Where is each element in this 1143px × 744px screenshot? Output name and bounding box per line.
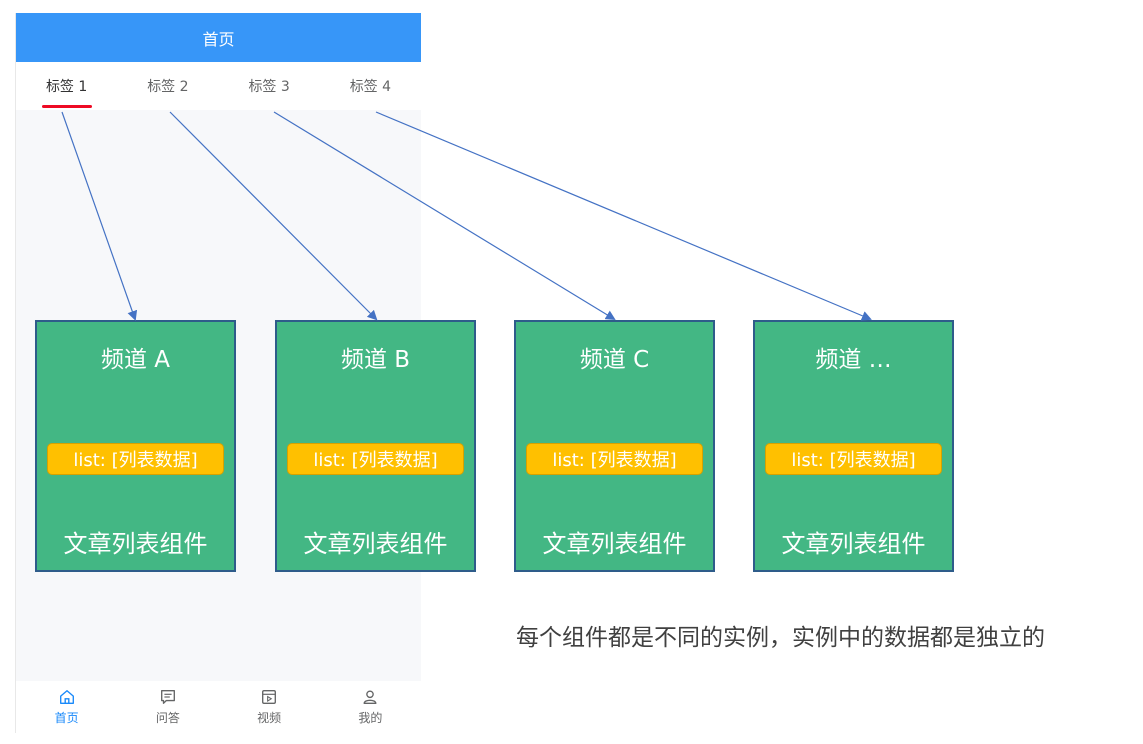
channel-box-b: 频道 B list: [列表数据] 文章列表组件 <box>275 320 476 572</box>
channel-title: 频道 C <box>579 347 650 373</box>
list-data-pill: list: [列表数据] <box>287 443 464 475</box>
bottom-tab-bar: 首页 问答 视频 我的 <box>16 681 421 733</box>
list-data-pill: list: [列表数据] <box>526 443 703 475</box>
channel-box-more: 频道 … list: [列表数据] 文章列表组件 <box>753 320 954 572</box>
tabbar-label: 问答 <box>155 711 180 725</box>
tabbar-label: 视频 <box>257 711 282 725</box>
channel-box-c: 频道 C list: [列表数据] 文章列表组件 <box>514 320 715 572</box>
channel-box-a: 频道 A list: [列表数据] 文章列表组件 <box>35 320 236 572</box>
component-label: 文章列表组件 <box>781 530 926 558</box>
tabbar-video[interactable]: 视频 <box>219 681 320 733</box>
channel-title: 频道 … <box>815 347 892 373</box>
channel-tabs: 标签 1 标签 2 标签 3 标签 4 <box>16 62 421 110</box>
component-label: 文章列表组件 <box>303 530 448 558</box>
message-icon <box>160 690 175 704</box>
tab-1[interactable]: 标签 1 <box>16 62 117 110</box>
nav-title: 首页 <box>202 29 235 49</box>
tabbar-mine[interactable]: 我的 <box>320 681 421 733</box>
user-icon <box>363 690 377 704</box>
list-data-pill: list: [列表数据] <box>47 443 224 475</box>
tabbar-label: 我的 <box>358 711 383 725</box>
tabbar-home[interactable]: 首页 <box>16 681 117 733</box>
explanation-note: 每个组件都是不同的实例，实例中的数据都是独立的 <box>516 625 1045 651</box>
channel-title: 频道 A <box>100 347 171 373</box>
tabbar-qa[interactable]: 问答 <box>117 681 218 733</box>
component-label: 文章列表组件 <box>542 530 687 558</box>
tabbar-label: 首页 <box>54 711 79 725</box>
tab-2[interactable]: 标签 2 <box>117 62 218 110</box>
video-icon <box>262 690 277 704</box>
nav-bar: 首页 <box>16 13 421 62</box>
component-label: 文章列表组件 <box>63 530 208 558</box>
tab-label: 标签 4 <box>349 79 392 95</box>
list-data-pill: list: [列表数据] <box>765 443 942 475</box>
tab-label: 标签 3 <box>248 79 290 95</box>
tab-label: 标签 1 <box>45 79 88 95</box>
active-tab-underline <box>41 105 92 108</box>
home-icon <box>59 690 74 704</box>
tab-4[interactable]: 标签 4 <box>320 62 421 110</box>
tab-label: 标签 2 <box>147 79 189 95</box>
arrow-tab4-to-channel-more <box>375 111 872 321</box>
tab-3[interactable]: 标签 3 <box>219 62 320 110</box>
channel-title: 频道 B <box>340 347 411 373</box>
